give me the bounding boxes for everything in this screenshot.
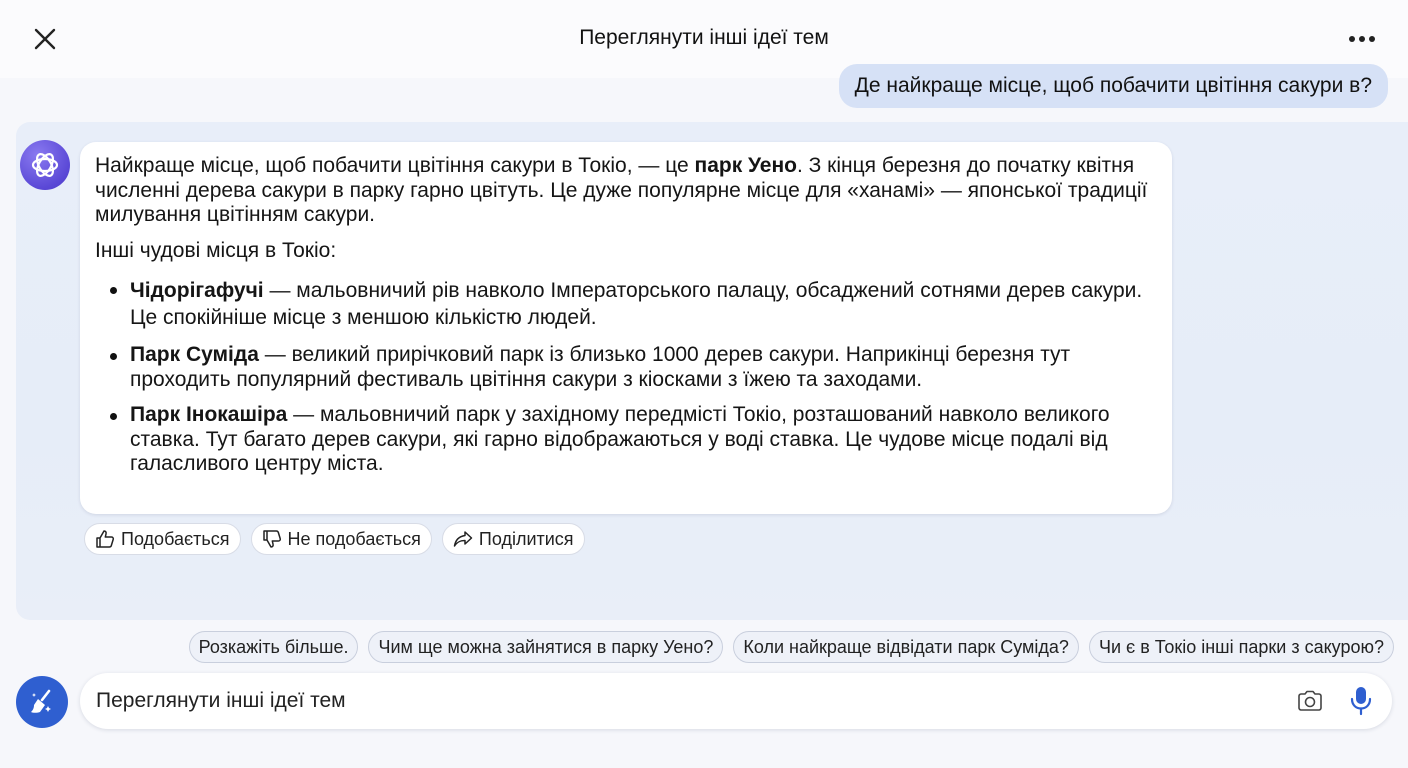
share-button[interactable]: Поділитися	[441, 523, 585, 555]
suggestion-chip[interactable]: Чи є в Токіо інші парки з сакурою?	[1088, 631, 1394, 663]
share-label: Поділитися	[478, 528, 574, 549]
thumbs-down-icon	[262, 530, 281, 548]
message-input[interactable]	[96, 673, 1276, 729]
dislike-label: Не подобається	[287, 528, 421, 549]
broom-icon	[31, 689, 51, 713]
suggestion-chips: Розкажіть більше. Чим ще можна зайнятися…	[188, 631, 1394, 663]
microphone-icon	[1350, 687, 1372, 716]
message-composer	[80, 673, 1392, 729]
places-list: Чідорігафучі — мальовничий рів навколо І…	[95, 277, 1148, 477]
suggestion-chip[interactable]: Розкажіть більше.	[188, 631, 359, 663]
more-options-button[interactable]	[1344, 26, 1380, 52]
answer-lead: Інші чудові місця в Токіо:	[95, 238, 337, 262]
new-topic-button[interactable]	[16, 676, 68, 728]
microphone-button[interactable]	[1348, 685, 1374, 717]
assistant-avatar	[20, 140, 70, 190]
page-title: Переглянути інші ідеї тем	[579, 26, 829, 49]
suggestion-chip[interactable]: Чим ще можна зайнятися в парку Уено?	[368, 631, 724, 663]
camera-button[interactable]	[1296, 687, 1324, 715]
list-item: Парк Інокашіра — мальовничий парк у захі…	[110, 403, 1148, 477]
more-horizontal-icon	[1349, 36, 1375, 42]
assistant-answer: Найкраще місце, щоб побачити цвітіння са…	[80, 142, 1172, 514]
like-label: Подобається	[121, 528, 230, 549]
camera-icon	[1298, 690, 1322, 711]
user-message: Де найкраще місце, щоб побачити цвітіння…	[838, 64, 1388, 108]
like-button[interactable]: Подобається	[84, 523, 241, 555]
openai-logo-icon	[31, 153, 59, 177]
share-icon	[453, 531, 473, 547]
suggestion-chip[interactable]: Коли найкраще відвідати парк Суміда?	[733, 631, 1079, 663]
list-item: Чідорігафучі — мальовничий рів навколо І…	[110, 277, 1148, 331]
thumbs-up-icon	[96, 530, 115, 548]
answer-actions: Подобається Не подобається Поділитися	[84, 523, 585, 555]
answer-intro: Найкраще місце, щоб побачити цвітіння са…	[95, 154, 1148, 226]
list-item: Парк Суміда — великий прирічковий парк і…	[110, 343, 1148, 392]
dislike-button[interactable]: Не подобається	[250, 523, 432, 555]
